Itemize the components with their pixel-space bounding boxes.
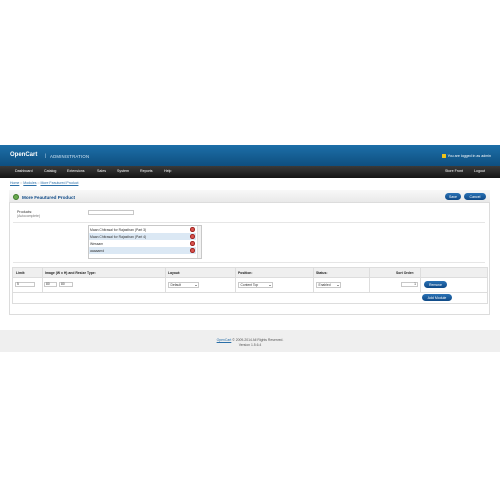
menu-system[interactable]: System [117, 169, 129, 173]
header-sort-order: Sort Order: [396, 271, 415, 275]
lock-icon [442, 154, 446, 158]
logo-separator: | [45, 153, 47, 158]
image-width-input[interactable]: 80 [44, 281, 57, 287]
breadcrumb-modules[interactable]: Modules [23, 181, 36, 185]
save-button[interactable]: Save [445, 193, 461, 200]
breadcrumb-home[interactable]: Home [10, 181, 19, 185]
remove-icon[interactable] [190, 234, 195, 239]
limit-input[interactable]: 5 [15, 281, 35, 287]
menu-help[interactable]: Help [164, 169, 171, 173]
column-divider [420, 268, 421, 292]
breadcrumb-separator: :: [20, 181, 23, 185]
product-item: Wessam [90, 241, 104, 246]
breadcrumb: Home :: Modules :: More Feautured Produc… [10, 181, 78, 185]
menu-logout[interactable]: Logout [474, 169, 485, 173]
divider [13, 292, 487, 293]
header-image: Image (W x H) and Resize Type: [45, 271, 96, 275]
logo[interactable]: OpenCart [10, 152, 37, 158]
add-module-button[interactable]: Add Module [422, 294, 452, 301]
module-icon [13, 194, 19, 200]
status-select[interactable]: Enabled [316, 281, 341, 288]
menu-reports[interactable]: Reports [140, 169, 153, 173]
footer-opencart-link[interactable]: OpenCart [217, 338, 232, 342]
column-divider [42, 268, 43, 292]
column-divider [369, 268, 370, 292]
remove-button[interactable]: Remove [424, 281, 447, 288]
column-divider [235, 268, 236, 292]
remove-icon[interactable] [190, 248, 195, 253]
remove-icon[interactable] [190, 241, 195, 246]
page-title: More Feautured Product [22, 194, 76, 200]
status-value: Enabled [318, 282, 331, 287]
admin-label: ADMINISTRATION [50, 154, 90, 159]
list-scrollbar[interactable] [197, 226, 201, 258]
chevron-down-icon [268, 284, 271, 286]
menu-catalog[interactable]: Catalog [44, 169, 56, 173]
header-limit: Limit: [16, 271, 26, 275]
menu-store-front[interactable]: Store Front [445, 169, 463, 173]
image-height-input[interactable]: 80 [59, 281, 73, 287]
sort-order-input[interactable]: 1 [401, 281, 418, 287]
login-status-text: You are logged in as admin [447, 154, 491, 158]
product-item: Maan Chitrasal for Rajasthan (Part 3) [90, 227, 147, 232]
position-value: Content Top [240, 282, 259, 287]
breadcrumb-separator: :: [37, 181, 40, 185]
divider [13, 222, 485, 223]
column-divider [165, 268, 166, 292]
remove-icon[interactable] [190, 227, 195, 232]
login-status: You are logged in as admin [442, 154, 491, 158]
chevron-down-icon [194, 284, 197, 286]
column-divider [313, 268, 314, 292]
divider [13, 262, 485, 263]
box-heading [9, 190, 490, 203]
menu-sales[interactable]: Sales [97, 169, 106, 173]
header-layout: Layout: [168, 271, 181, 275]
menu-dashboard[interactable]: Dashboard [15, 169, 33, 173]
cancel-button[interactable]: Cancel [464, 193, 486, 200]
footer-copyright: OpenCart © 2009-2014 All Rights Reserved… [0, 338, 500, 342]
chevron-down-icon [336, 284, 339, 286]
position-select[interactable]: Content Top [238, 281, 273, 288]
footer-version: Version 1.5.6.4 [238, 343, 262, 347]
product-item: aaaaamd [89, 247, 196, 254]
products-autocomplete-input[interactable] [88, 210, 134, 215]
layout-select[interactable]: Default [168, 281, 199, 288]
products-sublabel: (Autocomplete) [17, 214, 40, 218]
header-position: Position: [238, 271, 253, 275]
layout-value: Default [170, 282, 181, 287]
footer-copyright-text: © 2009-2014 All Rights Reserved. [231, 338, 284, 342]
product-item: Maan Chitrasal for Rajasthan (Part 4) [89, 233, 196, 240]
header-status: Status: [316, 271, 328, 275]
menu-extensions[interactable]: Extensions [67, 169, 85, 173]
page: OpenCart | ADMINISTRATION You are logged… [0, 0, 500, 500]
breadcrumb-current[interactable]: More Feautured Product [40, 181, 78, 185]
